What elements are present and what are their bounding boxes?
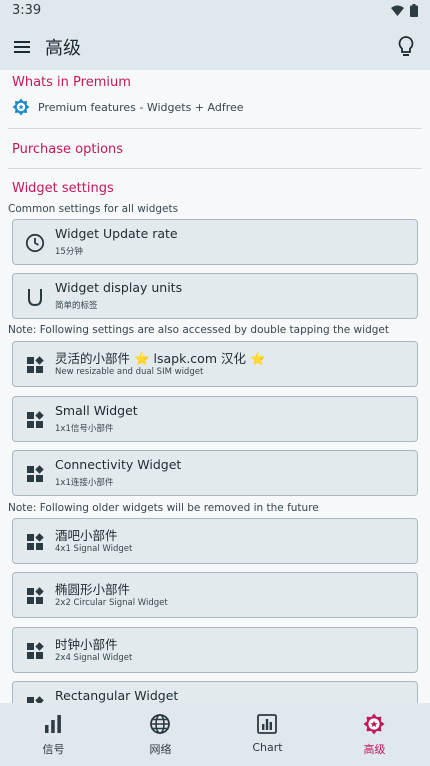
status-bar: 3:39 xyxy=(0,0,430,24)
card-sub: 1x1信号小部件 xyxy=(55,424,114,434)
divider xyxy=(8,128,422,129)
small-widget-card[interactable]: Small Widget 1x1信号小部件 xyxy=(12,396,418,442)
double-tap-note: Note: Following settings are also access… xyxy=(8,324,389,336)
connectivity-widget-card[interactable]: Connectivity Widget 1x1连接小部件 xyxy=(12,450,418,496)
widgets-icon xyxy=(27,533,44,550)
widget-update-rate-card[interactable]: Widget Update rate 15分钟 xyxy=(12,219,418,265)
card-label: Widget Update rate xyxy=(55,226,178,241)
bar-widget-card[interactable]: 酒吧小部件 4x1 Signal Widget xyxy=(12,518,418,564)
card-label: Rectangular Widget xyxy=(55,688,179,703)
status-icons xyxy=(391,4,418,17)
battery-icon xyxy=(410,4,418,17)
status-time: 3:39 xyxy=(12,3,42,18)
nav-label: 信号 xyxy=(42,743,65,756)
bottom-navigation: 信号 网络 Chart 高级 xyxy=(0,703,430,766)
card-label: Small Widget xyxy=(55,403,138,418)
card-sub: 15分钟 xyxy=(55,247,83,257)
lightbulb-icon[interactable] xyxy=(396,35,416,59)
settings-list[interactable]: Whats in Premium Premium features - Widg… xyxy=(0,70,430,703)
circular-widget-card[interactable]: 椭圆形小部件 2x2 Circular Signal Widget xyxy=(12,572,418,618)
nav-item-premium[interactable]: 高级 xyxy=(321,703,428,766)
nav-label: 网络 xyxy=(149,743,172,756)
widgets-icon xyxy=(27,465,44,482)
premium-badge-icon xyxy=(363,713,385,735)
bar-chart-icon xyxy=(45,715,61,733)
page-title: 高级 xyxy=(45,38,81,59)
widgets-icon xyxy=(27,642,44,659)
card-label: Connectivity Widget xyxy=(55,457,182,472)
flexible-widget-card[interactable]: 灵活的小部件 ⭐ lsapk.com 汉化 ⭐ New resizable an… xyxy=(12,341,418,387)
nav-item-network[interactable]: 网络 xyxy=(107,703,214,766)
card-label: 酒吧小部件 xyxy=(55,528,118,543)
card-sub: New resizable and dual SIM widget xyxy=(55,367,204,377)
common-settings-note: Common settings for all widgets xyxy=(8,203,179,215)
nav-label: 高级 xyxy=(363,743,386,756)
premium-features-row[interactable]: Premium features - Widgets + Adfree xyxy=(12,98,244,116)
card-sub: 2x2 Circular Signal Widget xyxy=(55,598,168,608)
app-bar: 高级 xyxy=(0,24,430,70)
widgets-icon xyxy=(27,587,44,604)
card-label: 灵活的小部件 ⭐ lsapk.com 汉化 ⭐ xyxy=(55,351,266,366)
card-label: 时钟小部件 xyxy=(55,637,118,652)
chart-icon xyxy=(257,714,277,734)
premium-badge-icon xyxy=(12,98,30,116)
widget-display-units-card[interactable]: Widget display units 简单的标签 xyxy=(12,273,418,319)
section-title-premium: Whats in Premium xyxy=(12,75,131,90)
section-title-purchase[interactable]: Purchase options xyxy=(12,142,123,157)
card-sub: 2x4 Signal Widget xyxy=(55,653,133,663)
nav-item-chart[interactable]: Chart xyxy=(214,703,321,766)
card-label: 椭圆形小部件 xyxy=(55,582,131,597)
section-title-widget-settings: Widget settings xyxy=(12,181,114,196)
rectangular-widget-card[interactable]: Rectangular Widget xyxy=(12,681,418,703)
units-icon xyxy=(28,289,42,307)
premium-features-text: Premium features - Widgets + Adfree xyxy=(38,100,244,114)
widgets-icon xyxy=(27,411,44,428)
card-sub: 1x1连接小部件 xyxy=(55,478,114,488)
menu-icon[interactable] xyxy=(12,37,32,57)
nav-item-signal[interactable]: 信号 xyxy=(0,703,107,766)
card-label: Widget display units xyxy=(55,280,183,295)
card-sub: 4x1 Signal Widget xyxy=(55,544,133,554)
globe-icon xyxy=(150,714,170,734)
clock-widget-card[interactable]: 时钟小部件 2x4 Signal Widget xyxy=(12,627,418,673)
widgets-icon xyxy=(27,696,44,703)
older-widgets-note: Note: Following older widgets will be re… xyxy=(8,502,319,514)
clock-icon xyxy=(25,233,45,253)
wifi-icon xyxy=(391,5,404,16)
nav-label: Chart xyxy=(252,741,283,754)
widgets-icon xyxy=(27,356,44,373)
divider xyxy=(8,168,422,169)
card-sub: 简单的标签 xyxy=(55,301,98,311)
